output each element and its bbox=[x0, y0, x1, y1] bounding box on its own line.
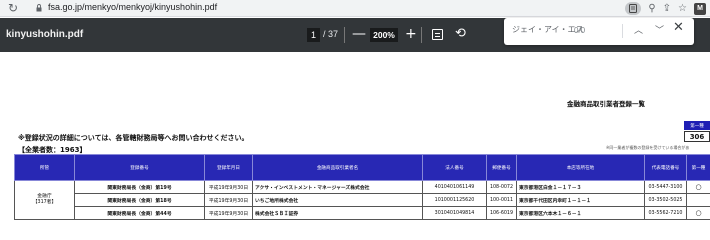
header-address: 本店等所在地 bbox=[516, 154, 645, 181]
category-mark: ○ bbox=[686, 180, 710, 194]
table-row: 関東財務局長（金商）第44号 平成19年9月30日 株式会社ＳＢＩ証券 3010… bbox=[15, 206, 710, 220]
corporate-number: 4010401061149 bbox=[422, 180, 487, 194]
rotate-icon[interactable]: ⟲ bbox=[455, 26, 466, 42]
category-label: 第一種 bbox=[684, 121, 710, 130]
company-name: 株式会社ＳＢＩ証券 bbox=[252, 206, 423, 220]
document-heading: 金融商品取引業者登録一覧 bbox=[567, 100, 645, 108]
find-divider bbox=[622, 24, 623, 38]
category-mark bbox=[686, 193, 710, 207]
header-jurisdiction: 所管 bbox=[14, 154, 75, 181]
find-previous-icon[interactable]: ︿ bbox=[634, 23, 643, 36]
header-registration-number: 登録番号 bbox=[74, 154, 205, 181]
category-mark: ○ bbox=[686, 206, 710, 220]
pdf-extension-icon[interactable] bbox=[625, 2, 642, 15]
lock-icon[interactable] bbox=[36, 4, 42, 12]
inquiry-note: ※登録状況の詳細については、各管轄財務局等へお問い合わせください。 bbox=[18, 134, 249, 142]
page-total: / 37 bbox=[323, 29, 339, 39]
corporate-number: 1010001125620 bbox=[422, 193, 487, 207]
header-postal-code: 郵便番号 bbox=[486, 154, 517, 181]
phone: 03-5447-3100 bbox=[644, 180, 687, 194]
address: 東京都港区六本木１－６－１ bbox=[516, 206, 645, 220]
zoom-level-input[interactable]: 200% bbox=[370, 28, 398, 42]
zoom-out-button[interactable]: — bbox=[352, 24, 366, 44]
address: 東京都千代田区内幸町１－１－１ bbox=[516, 193, 645, 207]
header-company-name: 金融商品取引業者名 bbox=[252, 154, 423, 181]
postal-code: 106-6019 bbox=[486, 206, 517, 220]
address-bar: ↻ fsa.go.jp/menkyo/menkyoj/kinyushohin.p… bbox=[0, 0, 710, 17]
toolbar-divider bbox=[344, 27, 345, 43]
find-bar bbox=[504, 18, 694, 45]
header-registration-date: 登録年月日 bbox=[204, 154, 253, 181]
phone: 03-3502-5025 bbox=[644, 193, 687, 207]
page-number-input[interactable]: 1 bbox=[307, 28, 320, 42]
share-icon[interactable]: ⇪ bbox=[663, 3, 671, 15]
find-result-count: 0/0 bbox=[574, 26, 586, 35]
extension-m-icon[interactable]: M bbox=[694, 2, 706, 15]
postal-code: 100-0011 bbox=[486, 193, 517, 207]
registration-date: 平成19年9月30日 bbox=[204, 193, 253, 207]
address-bar-actions: ⚲ ⇪ ☆ M bbox=[625, 0, 706, 17]
table-header-row: 所管 登録番号 登録年月日 金融商品取引業者名 法人番号 郵便番号 本店等所在地… bbox=[14, 154, 710, 181]
corporate-number: 3010401049814 bbox=[422, 206, 487, 220]
registration-number: 関東財務局長（金商）第18号 bbox=[74, 193, 205, 207]
header-category: 第一種 bbox=[686, 154, 710, 181]
registration-date: 平成19年9月30日 bbox=[204, 206, 253, 220]
find-close-icon[interactable]: ✕ bbox=[673, 21, 684, 35]
bookmark-star-icon[interactable]: ☆ bbox=[678, 3, 687, 15]
registration-date: 平成19年9月30日 bbox=[204, 180, 253, 194]
company-name: いちご地所株式会社 bbox=[252, 193, 423, 207]
find-next-icon[interactable]: ﹀ bbox=[655, 23, 664, 36]
zoom-icon[interactable]: ⚲ bbox=[648, 3, 655, 15]
reload-icon[interactable]: ↻ bbox=[8, 1, 18, 15]
postal-code: 108-0072 bbox=[486, 180, 517, 194]
category-note: ※同一業者が複数の登録を受けている場合があ bbox=[606, 145, 690, 150]
registration-table: 所管 登録番号 登録年月日 金融商品取引業者名 法人番号 郵便番号 本店等所在地… bbox=[14, 154, 710, 220]
registration-number: 関東財務局長（金商）第44号 bbox=[74, 206, 205, 220]
zoom-in-button[interactable]: + bbox=[405, 24, 417, 44]
header-corporate-number: 法人番号 bbox=[422, 154, 487, 181]
header-phone: 代表電話番号 bbox=[644, 154, 687, 181]
table-row: 関東財務局長（金商）第18号 平成19年9月30日 いちご地所株式会社 1010… bbox=[15, 193, 710, 207]
bureau-count: 【317者】 bbox=[32, 200, 57, 205]
address: 東京都港区白金１－１７－３ bbox=[516, 180, 645, 194]
table-row: 金融庁 【317者】 関東財務局長（金商）第19号 平成19年9月30日 アクサ… bbox=[14, 180, 710, 220]
phone: 03-5562-7210 bbox=[644, 206, 687, 220]
registration-number: 関東財務局長（金商）第19号 bbox=[74, 180, 205, 194]
category-count: 306 bbox=[684, 131, 710, 142]
document-title: kinyushohin.pdf bbox=[6, 29, 84, 40]
fit-to-page-icon[interactable] bbox=[432, 29, 443, 40]
url-field[interactable]: fsa.go.jp/menkyo/menkyoj/kinyushohin.pdf bbox=[48, 2, 217, 12]
company-name: アクサ・インベストメント・マネージャーズ株式会社 bbox=[252, 180, 423, 194]
jurisdiction-cell: 金融庁 【317者】 bbox=[14, 180, 75, 220]
toolbar-divider bbox=[421, 27, 422, 43]
